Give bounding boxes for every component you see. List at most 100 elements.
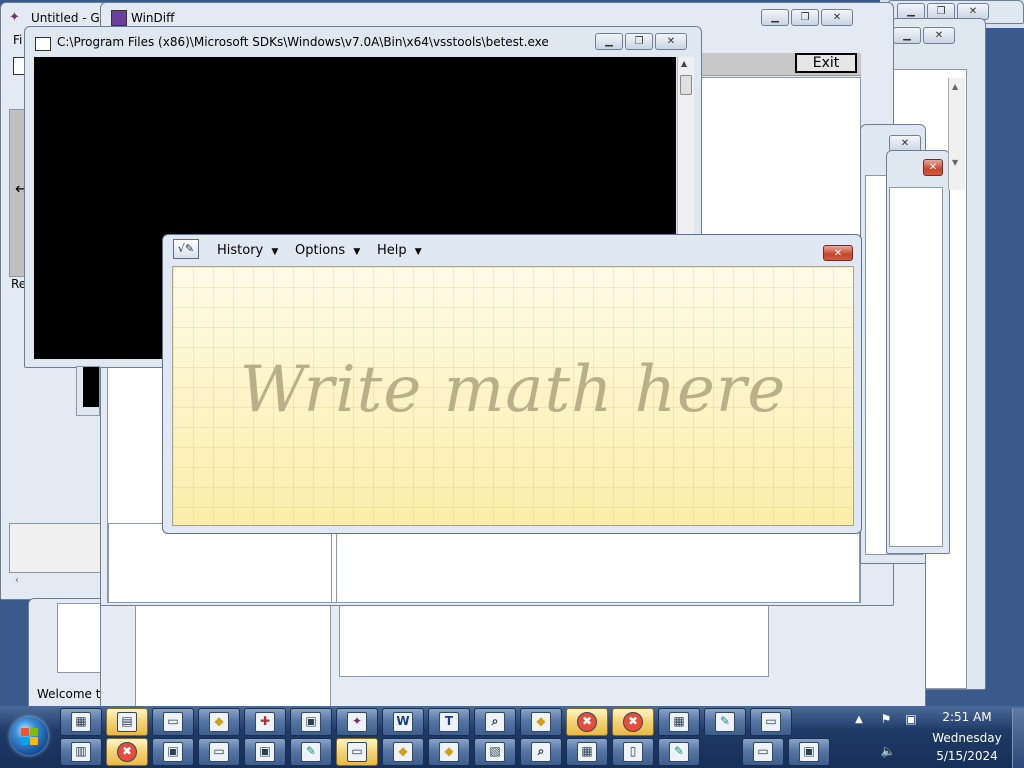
windiff-close-button[interactable]: ✕ <box>821 9 853 26</box>
windiff-minimize-button[interactable]: ▁ <box>761 9 789 26</box>
window-icon: ▭ <box>163 712 183 732</box>
taskbar-button[interactable]: ✎ <box>704 708 746 736</box>
taskbar-button[interactable]: ▦ <box>658 708 700 736</box>
taskbar-button[interactable]: ✖ <box>612 708 654 736</box>
taskbar-button[interactable]: ▭ <box>742 738 784 766</box>
error-icon: ✖ <box>577 712 597 732</box>
pen-icon: ✎ <box>669 742 689 762</box>
taskbar-button[interactable]: ▦ <box>60 708 102 736</box>
minimize-button[interactable]: ▁ <box>893 27 921 44</box>
taskbar-button[interactable]: ▭ <box>336 738 378 766</box>
scroll-left-icon[interactable]: ‹ <box>15 575 19 586</box>
error-icon: ✖ <box>623 712 643 732</box>
math-panel-icon: √✎ <box>173 239 199 259</box>
disk-icon: ▤ <box>117 712 137 732</box>
app-icon: ▣ <box>255 742 275 762</box>
writing-placeholder: Write math here <box>239 353 787 427</box>
window-icon: ▭ <box>209 742 229 762</box>
console-minimize-button[interactable]: ▁ <box>595 33 623 50</box>
taskbar-button[interactable]: ▤ <box>106 708 148 736</box>
taskbar-button[interactable]: ◆ <box>198 708 240 736</box>
tb-icon: T <box>439 712 459 732</box>
scroll-up-icon[interactable]: ▲ <box>681 59 687 68</box>
graph-icon: ✦ <box>347 712 367 732</box>
tool-icon: ✚ <box>255 712 275 732</box>
taskbar-button[interactable]: ◆ <box>520 708 562 736</box>
chevron-down-icon: ▼ <box>353 247 361 257</box>
document-icon: ▯ <box>623 742 643 762</box>
taskbar-button[interactable]: ▦ <box>566 738 608 766</box>
taskbar-button[interactable]: ⌕ <box>474 708 516 736</box>
network-icon[interactable]: ▣ <box>902 712 920 726</box>
start-button[interactable] <box>6 711 48 763</box>
window-icon: ▭ <box>753 742 773 762</box>
window-icon: ▭ <box>347 742 367 762</box>
pen-icon: ✎ <box>301 742 321 762</box>
background-window-smaller: ✕ <box>886 150 950 554</box>
clipboard-icon: ▥ <box>71 742 91 762</box>
window-icon: ▭ <box>761 712 781 732</box>
taskbar-button[interactable]: ▣ <box>788 738 830 766</box>
menu-help[interactable]: Help ▼ <box>377 243 422 258</box>
calculator-icon: ▦ <box>71 712 91 732</box>
scrollbar[interactable]: ▲ ▼ <box>948 78 965 190</box>
taskbar-button[interactable]: ✖ <box>106 738 148 766</box>
windiff-title: WinDiff <box>131 11 175 25</box>
taskbar-button[interactable]: ▣ <box>244 738 286 766</box>
taskbar-button[interactable]: ▭ <box>750 708 792 736</box>
taskbar-button[interactable]: ▯ <box>612 738 654 766</box>
speaker-muted-icon[interactable]: 🔈 <box>880 744 896 758</box>
taskbar-button[interactable]: ◆ <box>428 738 470 766</box>
shapes-icon: ◆ <box>393 742 413 762</box>
console-close-button[interactable]: ✕ <box>655 33 687 50</box>
taskbar-button[interactable]: ▭ <box>152 708 194 736</box>
taskbar-button[interactable]: ▣ <box>152 738 194 766</box>
shapes-icon: ◆ <box>209 712 229 732</box>
taskbar-button[interactable]: T <box>428 708 470 736</box>
close-button[interactable]: ✕ <box>923 27 955 44</box>
clock[interactable]: 2:51 AM Wednesday 5/15/2024 <box>928 710 1006 763</box>
menu-options-label: Options <box>295 243 346 258</box>
scroll-thumb[interactable] <box>680 75 692 95</box>
clock-day: Wednesday <box>932 731 1002 745</box>
app-icon: ▣ <box>163 742 183 762</box>
taskbar-button[interactable]: ▭ <box>198 738 240 766</box>
chevron-down-icon: ▼ <box>414 247 422 257</box>
taskbar-button[interactable]: ⌕ <box>520 738 562 766</box>
console-icon <box>35 37 51 51</box>
image-icon: ▧ <box>485 742 505 762</box>
taskbar-button[interactable]: ✎ <box>290 738 332 766</box>
calculator-icon: ▦ <box>669 712 689 732</box>
taskbar-button[interactable]: ▥ <box>60 738 102 766</box>
app-icon: ▣ <box>799 742 819 762</box>
math-input-panel: √✎ History ▼ Options ▼ Help ▼ ✕ Write ma… <box>162 234 862 534</box>
hidden-window-edge <box>76 366 100 416</box>
close-button[interactable]: ✕ <box>923 159 943 176</box>
menu-options[interactable]: Options ▼ <box>295 243 360 258</box>
exit-button[interactable]: Exit <box>795 53 857 73</box>
taskbar-button[interactable]: W <box>382 708 424 736</box>
math-close-button[interactable]: ✕ <box>823 245 853 261</box>
console-maximize-button[interactable]: ❐ <box>625 33 653 50</box>
graph-lower-pane <box>9 523 105 573</box>
taskbar-button[interactable]: ✦ <box>336 708 378 736</box>
show-hidden-icons-button[interactable]: ▲ <box>852 714 866 725</box>
chevron-down-icon: ▼ <box>271 247 279 257</box>
clock-date: 5/15/2024 <box>936 749 998 763</box>
taskbar-button[interactable]: ▧ <box>474 738 516 766</box>
menu-history-label: History <box>217 243 264 258</box>
taskbar-button[interactable]: ✖ <box>566 708 608 736</box>
writing-area[interactable]: Write math here <box>172 266 854 526</box>
taskbar-button[interactable]: ✎ <box>658 738 700 766</box>
graph-menu-file[interactable]: Fi <box>13 33 22 47</box>
calculator-icon: ▦ <box>577 742 597 762</box>
taskbar-button[interactable]: ✚ <box>244 708 286 736</box>
graph-app-icon: ✦ <box>9 10 20 25</box>
windiff-maximize-button[interactable]: ❐ <box>791 9 819 26</box>
flag-icon[interactable]: ⚑ <box>878 712 894 726</box>
taskbar-button[interactable]: ▣ <box>290 708 332 736</box>
taskbar-button[interactable]: ◆ <box>382 738 424 766</box>
show-desktop-button[interactable] <box>1012 708 1024 768</box>
app-icon: ▣ <box>301 712 321 732</box>
menu-history[interactable]: History ▼ <box>217 243 278 258</box>
